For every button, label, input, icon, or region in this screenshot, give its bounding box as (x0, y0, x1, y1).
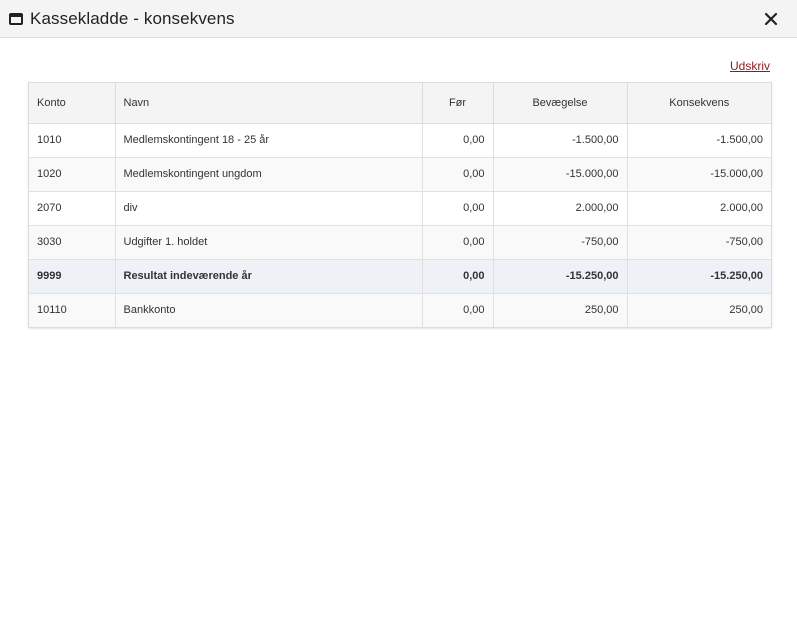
table-row-total: 9999 Resultat indeværende år 0,00 -15.25… (29, 259, 771, 294)
dialog-title: Kassekladde - konsekvens (30, 8, 235, 28)
window-icon (9, 13, 23, 25)
cell-navn: div (115, 191, 423, 226)
cell-konto: 2070 (29, 191, 116, 226)
cell-foer: 0,00 (422, 191, 494, 226)
cell-foer: 0,00 (422, 123, 494, 158)
print-link[interactable]: Udskriv (730, 59, 770, 73)
column-header-konto: Konto (29, 83, 116, 124)
table-header-row: Konto Navn Før Bevægelse Konsekvens (29, 83, 771, 124)
cell-navn: Medlemskontingent ungdom (115, 157, 423, 192)
column-header-navn: Navn (115, 83, 423, 124)
cell-navn: Bankkonto (115, 293, 423, 327)
table-row: 10110 Bankkonto 0,00 250,00 250,00 (29, 293, 771, 327)
cell-navn: Medlemskontingent 18 - 25 år (115, 123, 423, 158)
cell-navn: Resultat indeværende år (115, 259, 423, 294)
consequence-table-container: Konto Navn Før Bevægelse Konsekvens 1010… (28, 82, 772, 328)
cell-bevaegelse: -15.250,00 (493, 259, 628, 294)
cell-bevaegelse: 250,00 (493, 293, 628, 327)
cell-konsekvens: -15.000,00 (627, 157, 771, 192)
cell-konto: 3030 (29, 225, 116, 260)
table-row: 1020 Medlemskontingent ungdom 0,00 -15.0… (29, 157, 771, 192)
cell-konsekvens: -1.500,00 (627, 123, 771, 158)
cell-konto: 9999 (29, 259, 116, 294)
table-row: 3030 Udgifter 1. holdet 0,00 -750,00 -75… (29, 225, 771, 260)
dialog-header: Kassekladde - konsekvens (0, 0, 797, 38)
column-header-konsekvens: Konsekvens (627, 83, 771, 124)
cell-foer: 0,00 (422, 157, 494, 192)
cell-bevaegelse: -750,00 (493, 225, 628, 260)
cell-konto: 1020 (29, 157, 116, 192)
cell-konto: 1010 (29, 123, 116, 158)
cell-konto: 10110 (29, 293, 116, 327)
cell-foer: 0,00 (422, 293, 494, 327)
close-icon (764, 12, 778, 26)
cell-foer: 0,00 (422, 225, 494, 260)
close-button[interactable] (764, 10, 778, 28)
cell-bevaegelse: -15.000,00 (493, 157, 628, 192)
cell-konsekvens: 250,00 (627, 293, 771, 327)
column-header-foer: Før (422, 83, 494, 124)
cell-konsekvens: -750,00 (627, 225, 771, 260)
cell-konsekvens: -15.250,00 (627, 259, 771, 294)
cell-navn: Udgifter 1. holdet (115, 225, 423, 260)
cell-konsekvens: 2.000,00 (627, 191, 771, 226)
table-row: 2070 div 0,00 2.000,00 2.000,00 (29, 191, 771, 226)
table-row: 1010 Medlemskontingent 18 - 25 år 0,00 -… (29, 123, 771, 158)
column-header-bevaegelse: Bevægelse (493, 83, 628, 124)
cell-foer: 0,00 (422, 259, 494, 294)
consequence-table: Konto Navn Før Bevægelse Konsekvens 1010… (29, 83, 771, 327)
cell-bevaegelse: 2.000,00 (493, 191, 628, 226)
dialog: Kassekladde - konsekvens Udskriv Konto N… (0, 0, 797, 633)
cell-bevaegelse: -1.500,00 (493, 123, 628, 158)
